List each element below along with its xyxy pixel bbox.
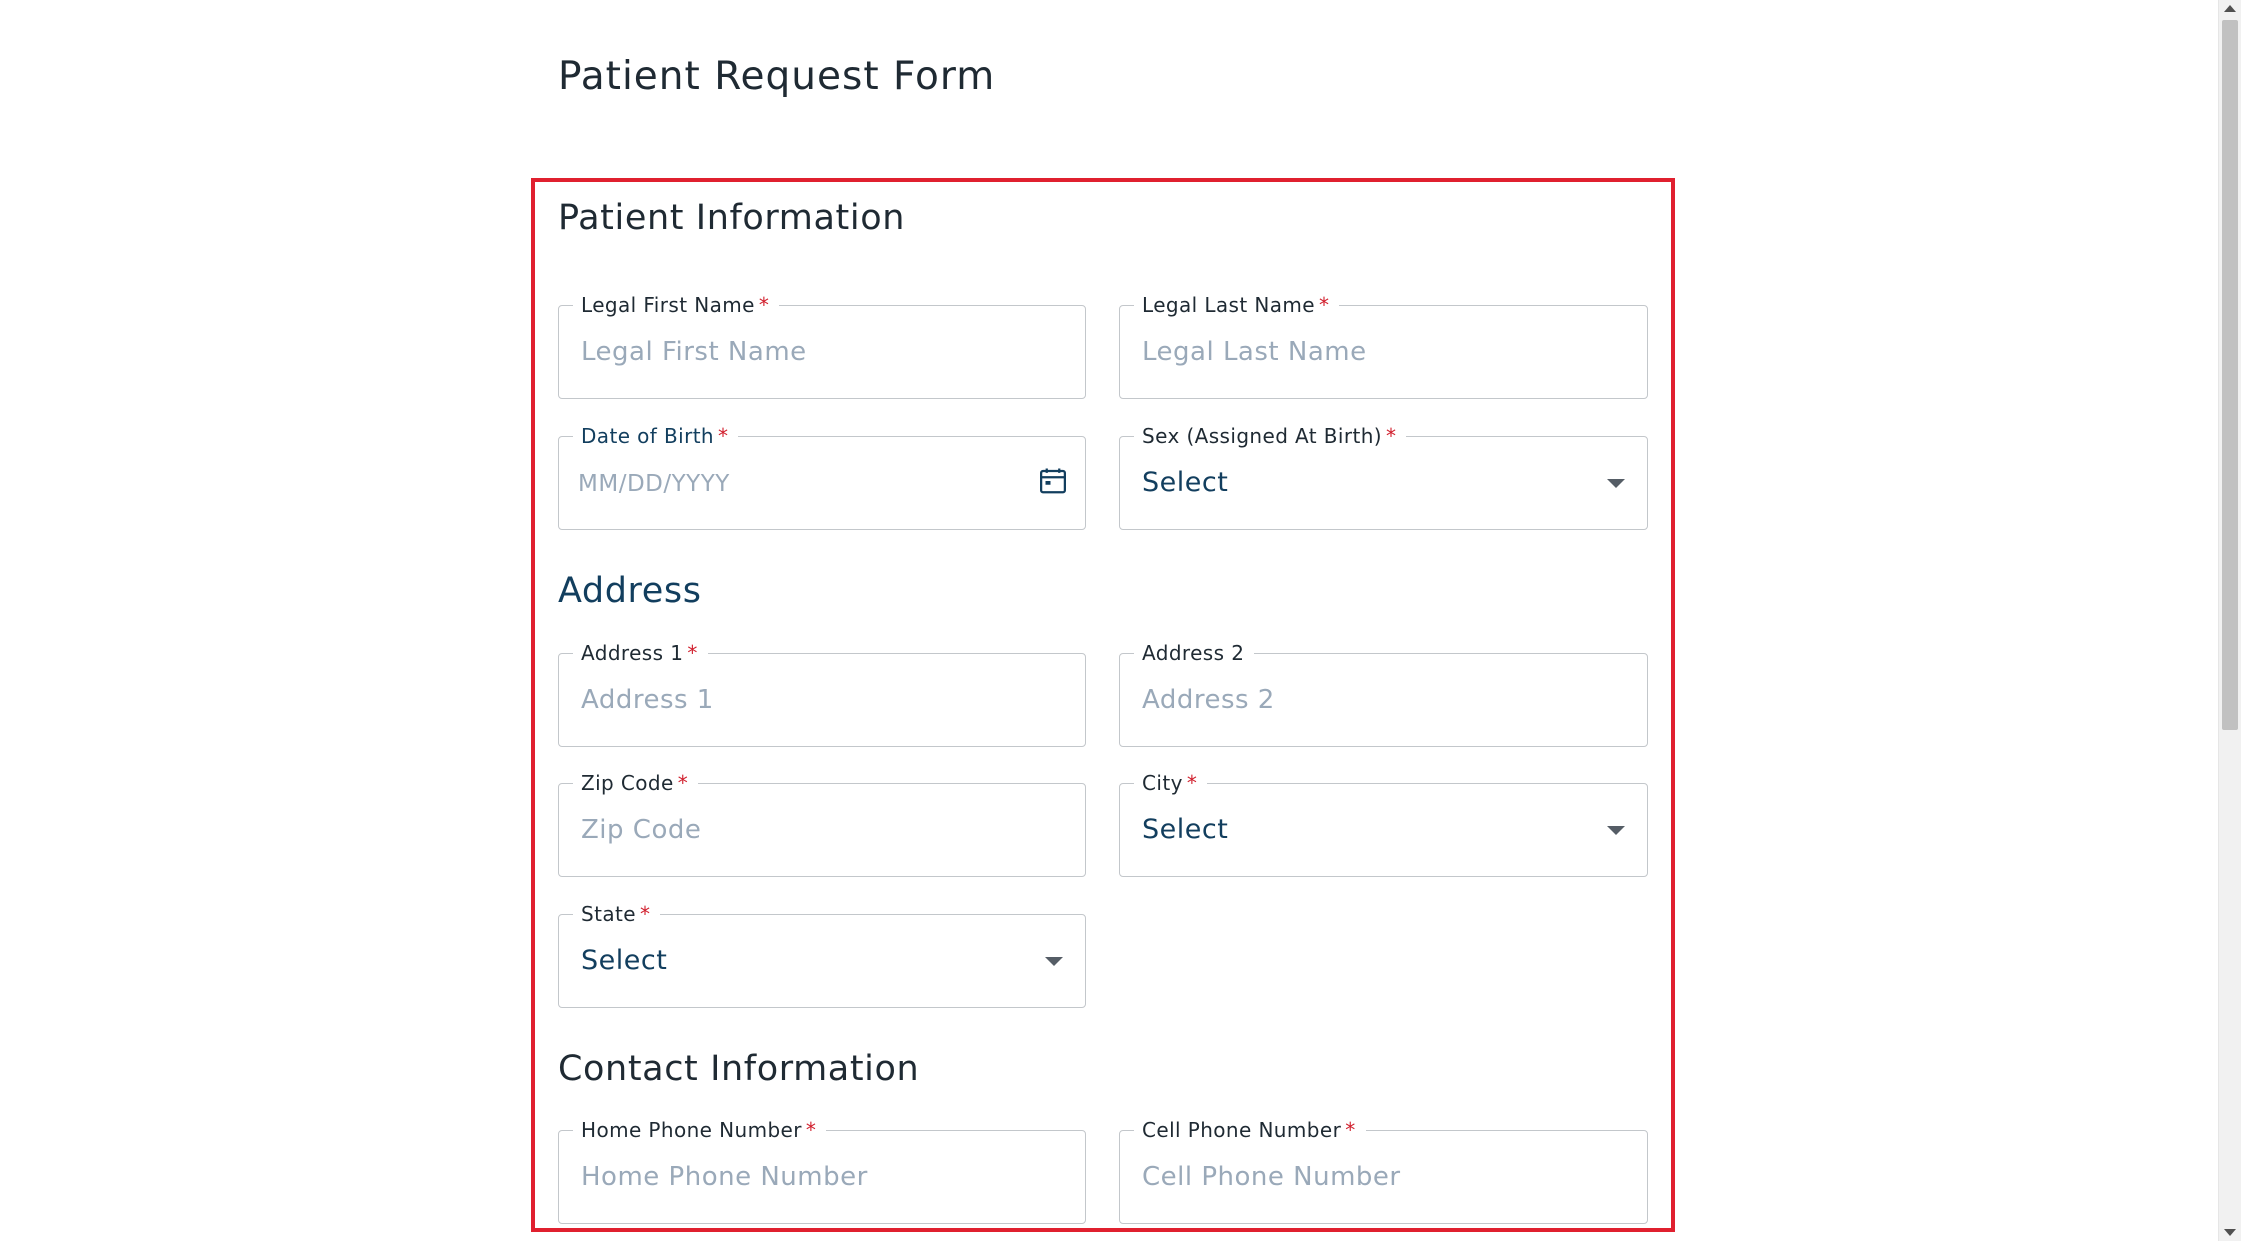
city-select[interactable]: City * Select bbox=[1119, 769, 1648, 877]
address-1-field: Address 1 * bbox=[558, 639, 1086, 747]
zip-code-input[interactable] bbox=[581, 784, 1027, 876]
date-of-birth-field: Date of Birth * bbox=[558, 422, 1086, 530]
sex-assigned-at-birth-select[interactable]: Sex (Assigned At Birth) * Select bbox=[1119, 422, 1648, 530]
page-title: Patient Request Form bbox=[558, 54, 996, 99]
chevron-down-icon bbox=[1607, 826, 1625, 835]
chevron-down-icon bbox=[1607, 479, 1625, 488]
date-of-birth-input[interactable] bbox=[578, 437, 1024, 529]
legal-first-name-field: Legal First Name * bbox=[558, 291, 1086, 399]
home-phone-number-input[interactable] bbox=[581, 1131, 1027, 1223]
legal-first-name-input[interactable] bbox=[581, 306, 1027, 398]
sex-selected-value: Select bbox=[1142, 467, 1229, 498]
address-2-input[interactable] bbox=[1142, 654, 1589, 746]
vertical-scrollbar[interactable] bbox=[2218, 0, 2241, 1241]
cell-phone-number-field: Cell Phone Number * bbox=[1119, 1116, 1648, 1224]
scrollbar-thumb[interactable] bbox=[2222, 20, 2238, 730]
legal-last-name-field: Legal Last Name * bbox=[1119, 291, 1648, 399]
required-marker: * bbox=[1386, 424, 1397, 448]
home-phone-number-field: Home Phone Number * bbox=[558, 1116, 1086, 1224]
scroll-down-arrow-icon[interactable] bbox=[2224, 1229, 2236, 1236]
state-selected-value: Select bbox=[581, 945, 668, 976]
address-1-input[interactable] bbox=[581, 654, 1027, 746]
state-select[interactable]: State * Select bbox=[558, 900, 1086, 1008]
scroll-up-arrow-icon[interactable] bbox=[2224, 5, 2236, 12]
address-2-field: Address 2 bbox=[1119, 639, 1648, 747]
legal-last-name-input[interactable] bbox=[1142, 306, 1589, 398]
city-selected-value: Select bbox=[1142, 814, 1229, 845]
page-viewport: Patient Request Form Patient Information… bbox=[0, 0, 2241, 1241]
section-title-contact-information: Contact Information bbox=[558, 1049, 920, 1089]
zip-code-field: Zip Code * bbox=[558, 769, 1086, 877]
chevron-down-icon bbox=[1045, 957, 1063, 966]
section-title-patient-information: Patient Information bbox=[558, 198, 905, 238]
section-title-address: Address bbox=[558, 571, 702, 611]
cell-phone-number-input[interactable] bbox=[1142, 1131, 1589, 1223]
calendar-icon[interactable] bbox=[1038, 466, 1068, 496]
